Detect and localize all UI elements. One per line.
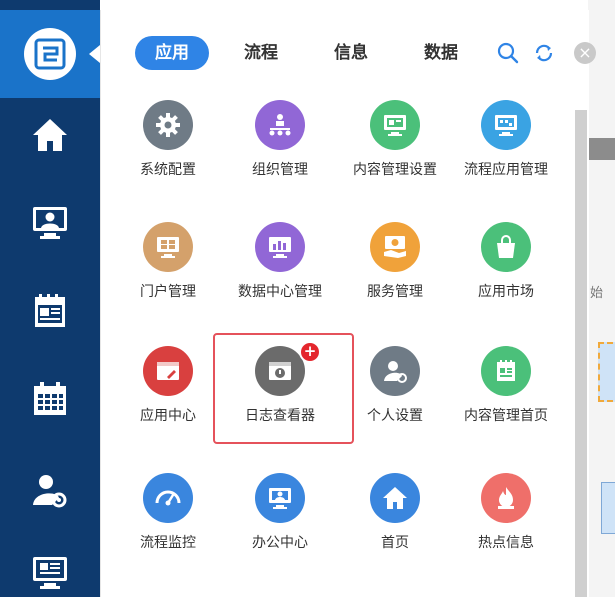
app-center-icon — [143, 346, 193, 396]
scrollbar[interactable] — [575, 110, 587, 597]
left-sidebar — [0, 0, 100, 597]
logo-button[interactable] — [0, 10, 100, 98]
monitor-doc-icon[interactable] — [0, 548, 100, 598]
user-settings-icon[interactable] — [0, 466, 100, 516]
portal-grid-icon — [143, 222, 193, 272]
app-system-config[interactable]: 系统配置 — [109, 100, 227, 210]
app-label: 服务管理 — [367, 284, 423, 300]
app-label: 个人设置 — [367, 408, 423, 424]
search-icon[interactable] — [497, 42, 519, 64]
app-home[interactable]: 首页 — [336, 473, 454, 583]
app-label: 办公中心 — [252, 535, 308, 551]
log-viewer-icon — [255, 346, 305, 396]
shopping-bag-icon — [481, 222, 531, 272]
app-label: 数据中心管理 — [238, 284, 322, 300]
app-label: 内容管理首页 — [464, 408, 548, 424]
service-icon — [370, 222, 420, 272]
content-home-icon — [481, 346, 531, 396]
app-label: 应用市场 — [478, 284, 534, 300]
app-flow-app-management[interactable]: 流程应用管理 — [447, 100, 565, 210]
background-flow-node — [598, 342, 615, 402]
app-app-market[interactable]: 应用市场 — [447, 222, 565, 332]
app-menu-panel: 应用 流程 信息 数据 系统配置 组织管理 内容管理设置 流程应用管理 门户管理… — [100, 10, 589, 597]
home-icon[interactable] — [0, 110, 100, 160]
user-gear-icon — [370, 346, 420, 396]
app-office-center[interactable]: 办公中心 — [221, 473, 339, 583]
app-personal-settings[interactable]: 个人设置 — [336, 346, 454, 456]
tab-info[interactable]: 信息 — [314, 36, 388, 70]
content-settings-icon — [370, 100, 420, 150]
app-org-management[interactable]: 组织管理 — [221, 100, 339, 210]
app-label: 应用中心 — [140, 408, 196, 424]
flow-app-icon — [481, 100, 531, 150]
logo-icon — [24, 28, 76, 80]
app-content-settings[interactable]: 内容管理设置 — [336, 100, 454, 210]
panel-tab-bar: 应用 流程 信息 数据 — [101, 10, 589, 90]
calendar-news-icon[interactable] — [0, 286, 100, 336]
app-label: 内容管理设置 — [353, 162, 437, 178]
background-flow-node — [601, 482, 615, 534]
panel-pointer — [89, 45, 100, 63]
app-label: 首页 — [381, 535, 409, 551]
background-header-strip — [588, 138, 615, 160]
monitor-user-icon[interactable] — [0, 198, 100, 248]
app-flow-monitor[interactable]: 流程监控 — [109, 473, 227, 583]
speedometer-icon — [143, 473, 193, 523]
app-service-management[interactable]: 服务管理 — [336, 222, 454, 332]
flame-icon — [481, 473, 531, 523]
app-data-center-management[interactable]: 数据中心管理 — [221, 222, 339, 332]
app-label: 系统配置 — [140, 162, 196, 178]
app-label: 流程监控 — [140, 535, 196, 551]
app-label: 日志查看器 — [245, 408, 315, 424]
app-label: 热点信息 — [478, 535, 534, 551]
org-chart-icon — [255, 100, 305, 150]
tab-apps[interactable]: 应用 — [135, 36, 209, 70]
new-badge-icon: + — [299, 341, 321, 363]
tab-data[interactable]: 数据 — [404, 36, 478, 70]
tab-process[interactable]: 流程 — [224, 36, 298, 70]
close-icon[interactable]: × — [574, 42, 596, 64]
scrollbar-thumb[interactable] — [575, 110, 587, 597]
office-monitor-icon — [255, 473, 305, 523]
app-app-center[interactable]: 应用中心 — [109, 346, 227, 456]
data-chart-icon — [255, 222, 305, 272]
app-log-viewer[interactable]: + 日志查看器 — [221, 341, 339, 456]
app-label: 组织管理 — [252, 162, 308, 178]
app-portal-management[interactable]: 门户管理 — [109, 222, 227, 332]
home-icon — [370, 473, 420, 523]
app-hot-info[interactable]: 热点信息 — [447, 473, 565, 583]
app-label: 流程应用管理 — [464, 162, 548, 178]
background-partial-text: 始 — [590, 286, 604, 301]
calendar-grid-icon[interactable] — [0, 374, 100, 424]
gear-icon — [143, 100, 193, 150]
app-label: 门户管理 — [140, 284, 196, 300]
app-content-home[interactable]: 内容管理首页 — [447, 346, 565, 456]
refresh-icon[interactable] — [533, 42, 555, 64]
